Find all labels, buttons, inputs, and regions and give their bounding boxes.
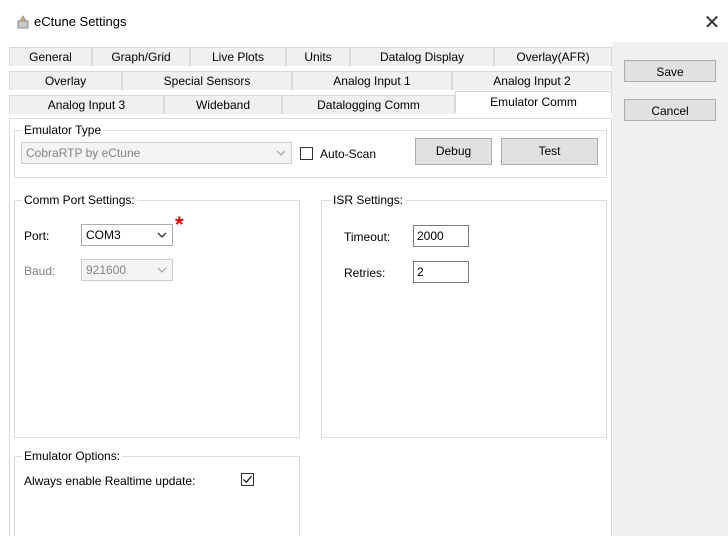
cancel-button[interactable]: Cancel bbox=[624, 99, 716, 121]
tab-graph-grid[interactable]: Graph/Grid bbox=[92, 47, 190, 66]
chevron-down-icon bbox=[276, 150, 286, 156]
retries-label: Retries: bbox=[344, 266, 386, 280]
isr-settings-title: ISR Settings: bbox=[331, 193, 406, 207]
close-icon: ✕ bbox=[703, 12, 721, 34]
close-button[interactable]: ✕ bbox=[696, 10, 728, 36]
tab-datalog-display[interactable]: Datalog Display bbox=[350, 47, 494, 66]
debug-button[interactable]: Debug bbox=[415, 138, 492, 165]
emulator-type-title: Emulator Type bbox=[22, 123, 104, 137]
port-select[interactable]: COM3 bbox=[81, 224, 173, 246]
auto-scan-checkbox[interactable] bbox=[300, 147, 313, 160]
required-marker-icon: * bbox=[175, 212, 184, 237]
window-title: eCtune Settings bbox=[34, 14, 127, 29]
realtime-update-label: Always enable Realtime update: bbox=[24, 474, 196, 488]
auto-scan-label: Auto-Scan bbox=[320, 147, 377, 161]
emulator-type-value: CobraRTP by eCtune bbox=[26, 146, 141, 160]
emulator-options-title: Emulator Options: bbox=[22, 449, 123, 463]
emulator-options-group bbox=[14, 456, 300, 536]
tab-overlay[interactable]: Overlay bbox=[9, 71, 122, 90]
comm-port-title: Comm Port Settings: bbox=[22, 193, 137, 207]
realtime-update-checkbox[interactable] bbox=[241, 473, 254, 486]
chevron-down-icon bbox=[157, 232, 167, 238]
baud-select: 921600 bbox=[81, 259, 173, 281]
chevron-down-icon bbox=[157, 267, 167, 273]
tab-analog-input-3[interactable]: Analog Input 3 bbox=[9, 95, 164, 114]
tab-units[interactable]: Units bbox=[286, 47, 350, 66]
tab-general[interactable]: General bbox=[9, 47, 92, 66]
timeout-label: Timeout: bbox=[344, 230, 391, 244]
port-label: Port: bbox=[24, 229, 50, 243]
tab-analog-input-2[interactable]: Analog Input 2 bbox=[452, 71, 612, 90]
tab-live-plots[interactable]: Live Plots bbox=[190, 47, 286, 66]
emulator-type-select: CobraRTP by eCtune bbox=[21, 142, 292, 164]
baud-label: Baud: bbox=[24, 264, 56, 278]
tab-datalogging-comm[interactable]: Datalogging Comm bbox=[282, 95, 455, 114]
tab-analog-input-1[interactable]: Analog Input 1 bbox=[292, 71, 452, 90]
app-icon bbox=[17, 15, 29, 29]
retries-input[interactable]: 2 bbox=[413, 261, 469, 283]
tab-overlay-afr[interactable]: Overlay(AFR) bbox=[494, 47, 612, 66]
timeout-input[interactable]: 2000 bbox=[413, 225, 469, 247]
test-button[interactable]: Test bbox=[501, 138, 598, 165]
save-button[interactable]: Save bbox=[624, 60, 716, 82]
checkmark-icon bbox=[243, 475, 252, 484]
baud-value: 921600 bbox=[86, 263, 127, 277]
tab-wideband[interactable]: Wideband bbox=[164, 95, 282, 114]
port-value: COM3 bbox=[86, 228, 121, 242]
tab-emulator-comm[interactable]: Emulator Comm bbox=[455, 91, 612, 113]
right-panel: Save Cancel bbox=[612, 42, 728, 536]
tab-special-sensors[interactable]: Special Sensors bbox=[122, 71, 292, 90]
